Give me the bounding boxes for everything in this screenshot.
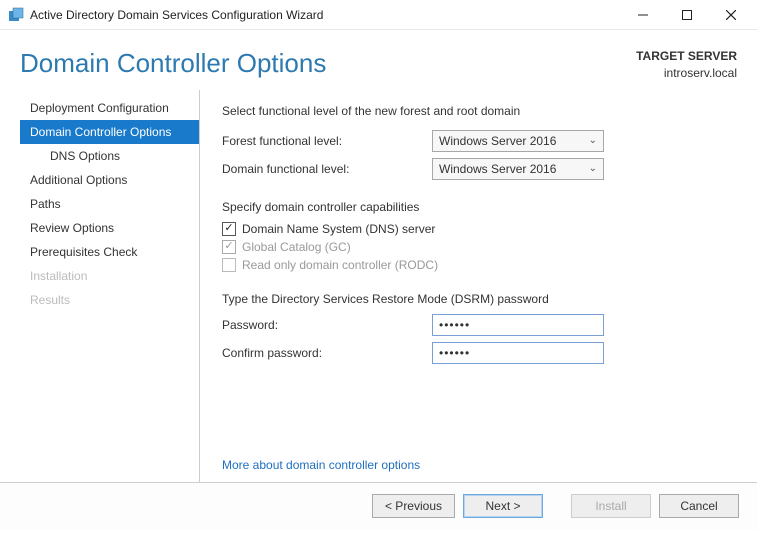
rodc-checkbox-label: Read only domain controller (RODC) [242, 258, 438, 272]
capabilities-title: Specify domain controller capabilities [222, 200, 727, 214]
sidebar-item-paths[interactable]: Paths [20, 192, 199, 216]
body: Deployment Configuration Domain Controll… [0, 90, 757, 482]
gc-checkbox [222, 240, 236, 254]
sidebar-item-results: Results [20, 288, 199, 312]
sidebar-item-installation: Installation [20, 264, 199, 288]
gc-checkbox-label: Global Catalog (GC) [242, 240, 351, 254]
domain-level-value: Windows Server 2016 [439, 162, 556, 176]
sidebar-item-additional-options[interactable]: Additional Options [20, 168, 199, 192]
cancel-button[interactable]: Cancel [659, 494, 739, 518]
forest-level-value: Windows Server 2016 [439, 134, 556, 148]
sidebar-item-domain-controller-options[interactable]: Domain Controller Options [20, 120, 199, 144]
sidebar-item-review-options[interactable]: Review Options [20, 216, 199, 240]
target-server-label: TARGET SERVER [636, 48, 737, 65]
dns-checkbox-label: Domain Name System (DNS) server [242, 222, 435, 236]
password-label: Password: [222, 318, 432, 332]
password-row: Password: [222, 314, 727, 336]
forest-level-select[interactable]: Windows Server 2016 ⌄ [432, 130, 604, 152]
target-server-box: TARGET SERVER introserv.local [636, 48, 737, 82]
chevron-down-icon: ⌄ [589, 163, 597, 174]
sidebar-item-prerequisites-check[interactable]: Prerequisites Check [20, 240, 199, 264]
confirm-password-label: Confirm password: [222, 346, 432, 360]
sidebar-item-deployment-configuration[interactable]: Deployment Configuration [20, 96, 199, 120]
footer: < Previous Next > Install Cancel [0, 482, 757, 530]
rodc-checkbox-row: Read only domain controller (RODC) [222, 258, 727, 272]
confirm-password-input[interactable] [432, 342, 604, 364]
more-about-link[interactable]: More about domain controller options [222, 458, 420, 472]
gc-checkbox-row: Global Catalog (GC) [222, 240, 727, 254]
dsrm-title: Type the Directory Services Restore Mode… [222, 292, 727, 306]
minimize-button[interactable] [621, 1, 665, 29]
maximize-button[interactable] [665, 1, 709, 29]
previous-button[interactable]: < Previous [372, 494, 455, 518]
functional-level-title: Select functional level of the new fores… [222, 104, 727, 118]
titlebar: Active Directory Domain Services Configu… [0, 0, 757, 30]
header: Domain Controller Options TARGET SERVER … [0, 30, 757, 90]
domain-level-label: Domain functional level: [222, 162, 432, 176]
confirm-password-row: Confirm password: [222, 342, 727, 364]
close-button[interactable] [709, 1, 753, 29]
password-input[interactable] [432, 314, 604, 336]
rodc-checkbox [222, 258, 236, 272]
install-button: Install [571, 494, 651, 518]
domain-level-select[interactable]: Windows Server 2016 ⌄ [432, 158, 604, 180]
wizard-icon [8, 7, 24, 23]
forest-level-label: Forest functional level: [222, 134, 432, 148]
target-server-value: introserv.local [636, 65, 737, 82]
dns-checkbox-row: Domain Name System (DNS) server [222, 222, 727, 236]
window-controls [621, 1, 753, 29]
dns-checkbox[interactable] [222, 222, 236, 236]
chevron-down-icon: ⌄ [589, 135, 597, 146]
sidebar-item-dns-options[interactable]: DNS Options [20, 144, 199, 168]
content: Select functional level of the new fores… [200, 90, 757, 482]
next-button[interactable]: Next > [463, 494, 543, 518]
window-title: Active Directory Domain Services Configu… [30, 8, 621, 22]
domain-level-row: Domain functional level: Windows Server … [222, 158, 727, 180]
page-title: Domain Controller Options [20, 48, 326, 82]
forest-level-row: Forest functional level: Windows Server … [222, 130, 727, 152]
sidebar: Deployment Configuration Domain Controll… [20, 90, 200, 482]
